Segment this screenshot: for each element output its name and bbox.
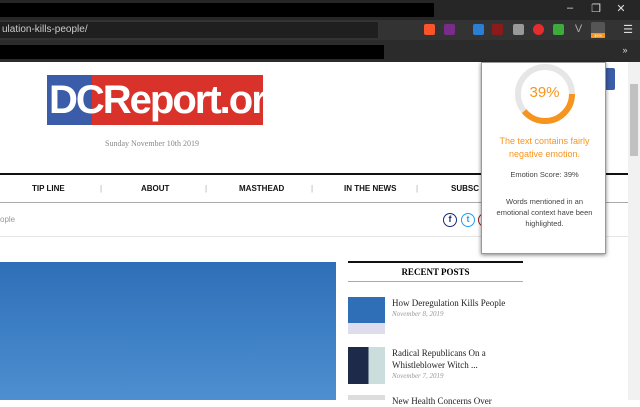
twitter-icon[interactable]: t bbox=[461, 213, 475, 227]
post-title[interactable]: How Deregulation Kills People bbox=[392, 297, 527, 309]
toolbar: ulation-kills-people/ bbox=[0, 20, 640, 40]
post-thumbnail[interactable] bbox=[348, 297, 385, 334]
emotion-message: The text contains fairly negative emotio… bbox=[499, 136, 590, 159]
breadcrumb[interactable]: ople bbox=[0, 215, 15, 224]
recent-posts-title: RECENT POSTS bbox=[348, 261, 523, 282]
bitwarden-icon[interactable] bbox=[473, 24, 484, 35]
v-extension-icon[interactable]: V bbox=[573, 24, 584, 35]
minimize-button[interactable]: – bbox=[561, 2, 579, 14]
nav-in-the-news[interactable]: IN THE NEWS bbox=[344, 184, 396, 193]
triangle-extension-icon[interactable] bbox=[444, 24, 455, 35]
site-logo[interactable]: DCReport.org bbox=[47, 75, 289, 125]
site-date: Sunday November 10th 2019 bbox=[105, 139, 199, 148]
emotion-score: Emotion Score: 39% bbox=[510, 170, 579, 179]
red-extension-icon[interactable] bbox=[533, 24, 544, 35]
shield-extension-icon[interactable] bbox=[492, 24, 503, 35]
scrollbar[interactable] bbox=[628, 62, 640, 400]
bookmarks-bar: » bbox=[0, 40, 640, 62]
post-title[interactable]: New Health Concerns Over bbox=[392, 395, 527, 407]
brave-icon[interactable] bbox=[424, 24, 435, 35]
post-date: November 8, 2019 bbox=[392, 310, 444, 318]
emotion-extension-icon[interactable]: 39% bbox=[591, 22, 605, 38]
hero-image[interactable] bbox=[0, 262, 336, 400]
extension-badge: 39% bbox=[591, 33, 605, 38]
nav-tip-line[interactable]: TIP LINE bbox=[32, 184, 65, 193]
nav-subscribe[interactable]: SUBSC bbox=[451, 184, 479, 193]
post-title[interactable]: Radical Republicans On a Whistleblower W… bbox=[392, 347, 527, 371]
nav-about[interactable]: ABOUT bbox=[141, 184, 169, 193]
bookmarks-overflow[interactable]: » bbox=[616, 45, 634, 55]
green-extension-icon[interactable] bbox=[553, 24, 564, 35]
close-button[interactable]: ✕ bbox=[612, 2, 630, 15]
title-bar: – ❐ ✕ bbox=[0, 0, 640, 20]
emotion-popup: 39% The text contains fairly negative em… bbox=[481, 62, 606, 254]
post-date: November 7, 2019 bbox=[392, 372, 444, 380]
highlight-note: Words mentioned in an emotional context … bbox=[496, 197, 593, 228]
menu-icon[interactable]: ☰ bbox=[619, 23, 637, 36]
emotion-percent: 39% bbox=[529, 84, 560, 101]
facebook-icon[interactable]: f bbox=[443, 213, 457, 227]
post-thumbnail[interactable] bbox=[348, 395, 385, 400]
redacted-bookmarks bbox=[0, 45, 384, 59]
address-bar[interactable]: ulation-kills-people/ bbox=[0, 22, 378, 38]
nav-masthead[interactable]: MASTHEAD bbox=[239, 184, 284, 193]
maximize-button[interactable]: ❐ bbox=[587, 2, 605, 15]
redacted-tabs bbox=[0, 3, 434, 17]
post-thumbnail[interactable] bbox=[348, 347, 385, 384]
chat-extension-icon[interactable] bbox=[513, 24, 524, 35]
